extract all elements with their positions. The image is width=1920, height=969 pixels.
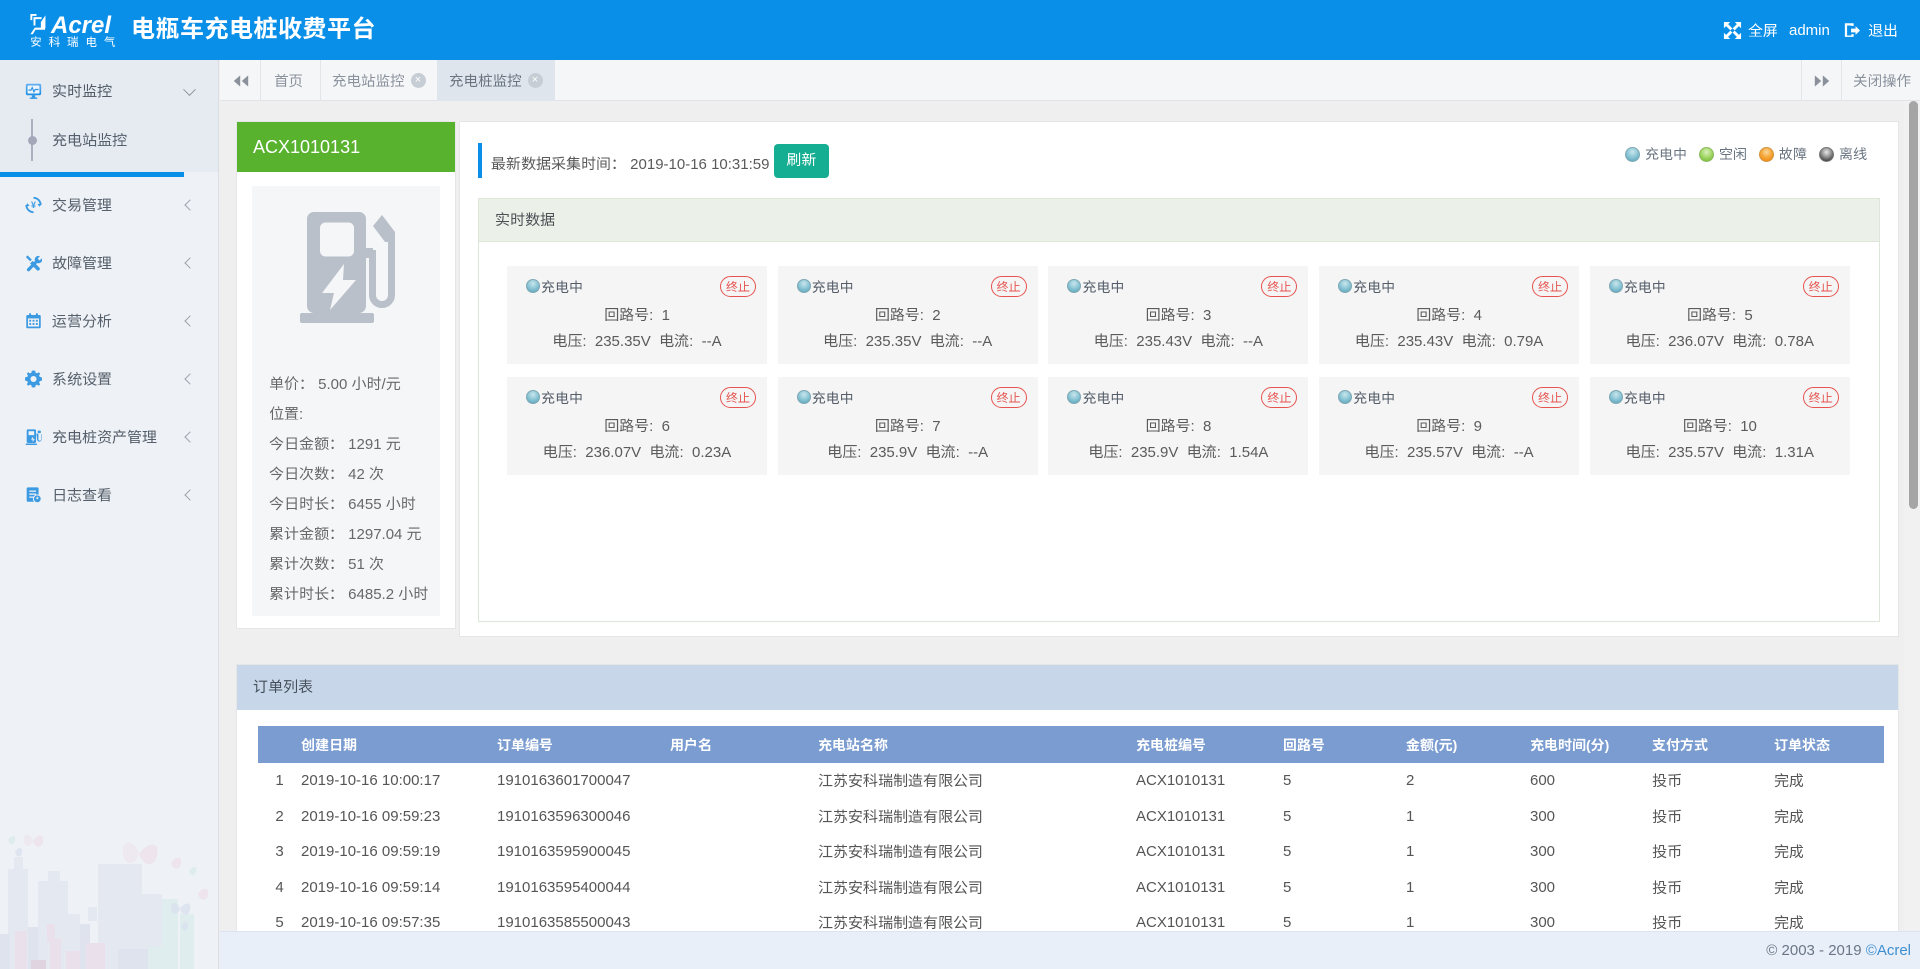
svg-text:¥: ¥: [31, 200, 36, 210]
